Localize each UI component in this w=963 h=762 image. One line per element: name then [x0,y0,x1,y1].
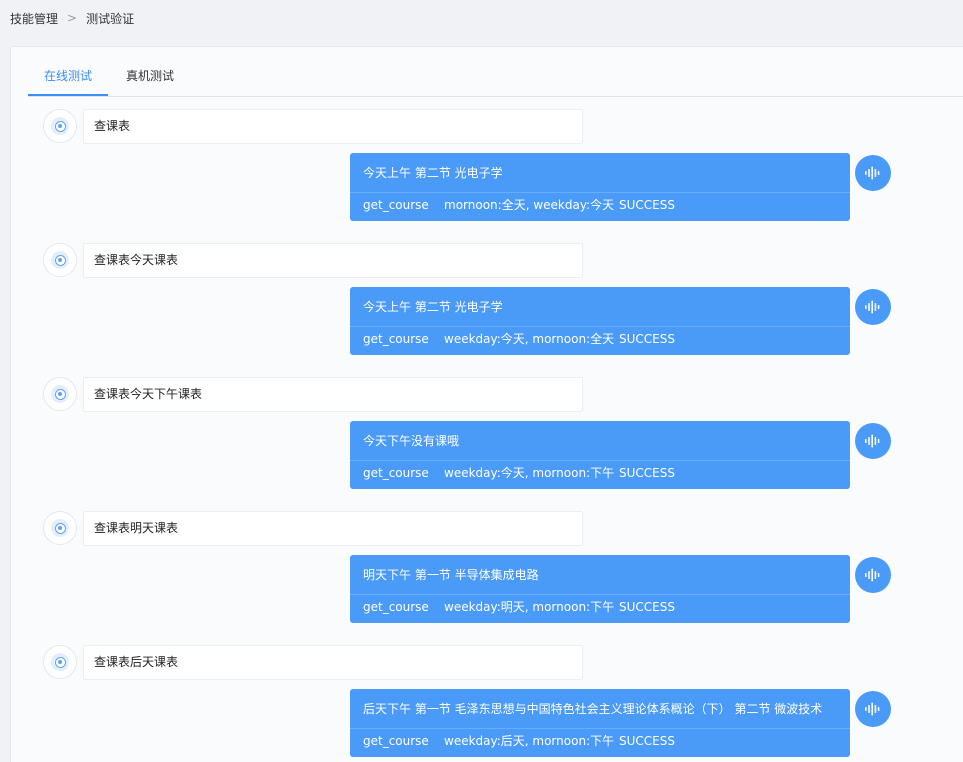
intent-name: get_course [363,734,429,748]
status-text: SUCCESS [619,466,675,480]
tab-device-test[interactable]: 真机测试 [126,63,206,96]
bot-meta-info: get_course weekday:今天, mornoon:全天 SUCCESS [350,327,850,354]
bot-response-row: 今天上午 第二节 光电子学 get_course mornoon:全天, weekd… [350,153,892,221]
tab-bar: 在线测试 真机测试 [28,63,963,97]
slot-values: mornoon:全天, weekday:今天 [444,198,615,212]
bot-response-bubble: 明天下午 第一节 半导体集成电路 get_course weekday:明天, mo… [350,555,850,623]
slot-values: weekday:今天, mornoon:全天 [444,332,615,346]
bot-response-row: 今天下午没有课哦 get_course weekday:今天, mornoon:下午… [350,421,892,489]
bot-response-row: 明天下午 第一节 半导体集成电路 get_course weekday:明天, mo… [350,555,892,623]
bot-response-row: 今天上午 第二节 光电子学 get_course weekday:今天, morno… [350,287,892,355]
bot-answer-text: 今天上午 第二节 光电子学 [350,153,850,193]
sound-wave-icon[interactable] [855,155,891,191]
sound-wave-icon[interactable] [855,557,891,593]
intent-name: get_course [363,600,429,614]
status-text: SUCCESS [619,600,675,614]
bot-answer-text: 明天下午 第一节 半导体集成电路 [350,555,850,595]
voice-target-icon [43,109,77,143]
status-text: SUCCESS [619,734,675,748]
user-message-bubble: 查课表今天课表 [83,243,583,278]
status-text: SUCCESS [619,198,675,212]
bot-response-bubble: 今天上午 第二节 光电子学 get_course mornoon:全天, weekd… [350,153,850,221]
bot-meta-info: get_course weekday:今天, mornoon:下午 SUCCESS [350,461,850,488]
intent-name: get_course [363,332,429,346]
voice-target-icon [43,511,77,545]
tab-active-indicator [28,94,108,96]
voice-target-icon [43,645,77,679]
slot-values: weekday:今天, mornoon:下午 [444,466,615,480]
sound-wave-icon[interactable] [855,691,891,727]
bot-response-row: 后天下午 第一节 毛泽东思想与中国特色社会主义理论体系概论（下） 第二节 微波技… [350,689,892,757]
breadcrumb-separator: > [67,11,78,25]
user-message-bubble: 查课表今天下午课表 [83,377,583,412]
sound-wave-icon[interactable] [855,423,891,459]
voice-target-icon [43,377,77,411]
bot-answer-text: 今天上午 第二节 光电子学 [350,287,850,327]
intent-name: get_course [363,466,429,480]
slot-values: weekday:后天, mornoon:下午 [444,734,615,748]
breadcrumb-item-skill-management[interactable]: 技能管理 [10,10,58,27]
voice-target-icon [43,243,77,277]
intent-name: get_course [363,198,429,212]
bot-answer-text: 后天下午 第一节 毛泽东思想与中国特色社会主义理论体系概论（下） 第二节 微波技… [350,689,850,729]
bot-response-bubble: 今天上午 第二节 光电子学 get_course weekday:今天, morno… [350,287,850,355]
bot-response-bubble: 后天下午 第一节 毛泽东思想与中国特色社会主义理论体系概论（下） 第二节 微波技… [350,689,850,757]
bot-response-bubble: 今天下午没有课哦 get_course weekday:今天, mornoon:下午… [350,421,850,489]
bot-meta-info: get_course weekday:后天, mornoon:下午 SUCCESS [350,729,850,756]
breadcrumb: 技能管理 > 测试验证 [10,10,134,26]
user-message-bubble: 查课表后天课表 [83,645,583,680]
slot-values: weekday:明天, mornoon:下午 [444,600,615,614]
sound-wave-icon[interactable] [855,289,891,325]
bot-answer-text: 今天下午没有课哦 [350,421,850,461]
user-message-bubble: 查课表 [83,109,583,144]
status-text: SUCCESS [619,332,675,346]
test-panel: 在线测试 真机测试 查课表今天上午 第二节 光电子学 get_course morn… [10,46,963,762]
bot-meta-info: get_course weekday:明天, mornoon:下午 SUCCESS [350,595,850,622]
bot-meta-info: get_course mornoon:全天, weekday:今天 SUCCESS [350,193,850,220]
user-message-bubble: 查课表明天课表 [83,511,583,546]
breadcrumb-item-test-verify: 测试验证 [86,11,135,26]
tab-online-test[interactable]: 在线测试 [28,63,108,96]
